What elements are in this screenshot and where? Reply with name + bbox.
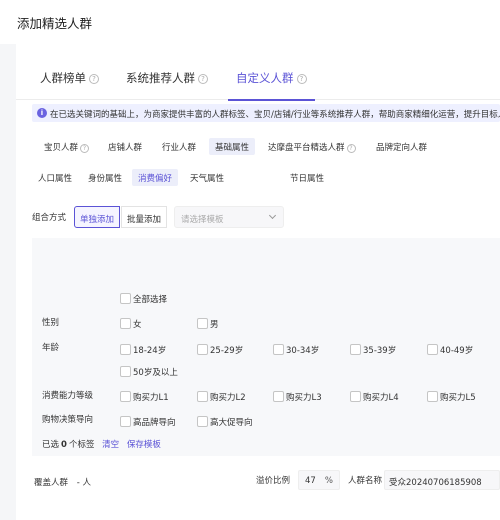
category-item-industry-crowd[interactable]: 行业人群 <box>156 138 202 155</box>
age-label: 年龄 <box>42 343 60 353</box>
subcategory-weather[interactable]: 天气属性 <box>184 169 230 186</box>
spending-label: 消费能力等级 <box>42 391 94 401</box>
help-icon[interactable]: ? <box>80 144 90 153</box>
tab-bar: 人群榜单? 系统推荐人群? 自定义人群? <box>16 58 500 101</box>
info-notice: i 在已选关键词的基础上，为商家提供丰富的人群标签、宝贝/店铺/行业等系统推荐人… <box>32 104 500 122</box>
page-header: 添加精选人群 <box>0 0 500 44</box>
batch-add-button[interactable]: 批量添加 <box>121 206 168 228</box>
tab-system-recommended[interactable]: 系统推荐人群? <box>126 70 208 100</box>
selected-summary: 已选 0 个标签 清空 保存模板 <box>42 440 161 450</box>
tab-custom-crowd[interactable]: 自定义人群? <box>228 70 314 101</box>
category-tabs: 宝贝人群? 店铺人群 行业人群 基础属性 达摩盘平台精选人群? 品牌定向人群 <box>16 138 500 158</box>
selected-count: 0 <box>61 440 67 450</box>
decision-label: 购物决策导向 <box>42 415 94 425</box>
age-option[interactable]: 40-49岁 <box>427 344 473 356</box>
spending-option[interactable]: 购买力L4 <box>350 391 399 403</box>
help-icon[interactable]: ? <box>346 144 356 153</box>
spending-option[interactable]: 购买力L1 <box>120 391 169 403</box>
category-item-item-crowd[interactable]: 宝贝人群? <box>38 138 95 155</box>
notice-text: 在已选关键词的基础上，为商家提供丰富的人群标签、宝贝/店铺/行业等系统推荐人群，… <box>50 110 500 120</box>
subcategory-identity[interactable]: 身份属性 <box>82 169 128 186</box>
template-select[interactable]: 请选择模板 <box>174 206 284 228</box>
coverage-label: 覆盖人群 <box>34 478 69 488</box>
decision-option[interactable]: 高大促导向 <box>197 416 253 428</box>
coverage: 覆盖人群 - 人 <box>34 476 91 488</box>
select-all-checkbox[interactable]: 全部选择 <box>120 293 167 305</box>
tab-crowd-ranking[interactable]: 人群榜单? <box>40 70 99 100</box>
single-add-button[interactable]: 单独添加 <box>74 206 121 228</box>
spending-option[interactable]: 购买力L5 <box>427 391 476 403</box>
decision-option[interactable]: 高品牌导向 <box>120 416 176 428</box>
age-option[interactable]: 18-24岁 <box>120 344 166 356</box>
combo-mode-group: 单独添加 批量添加 <box>74 206 168 228</box>
attribute-panel: 全部选择 性别 女 男 年龄 18-24岁 25-29岁 30-34岁 35-3… <box>32 238 500 456</box>
help-icon[interactable]: ? <box>198 74 208 84</box>
gender-option[interactable]: 女 <box>120 318 142 330</box>
main-panel: 人群榜单? 系统推荐人群? 自定义人群? i 在已选关键词的基础上，为商家提供丰… <box>16 44 500 520</box>
coverage-value: - 人 <box>76 478 91 488</box>
category-item-basic-attributes[interactable]: 基础属性 <box>209 138 256 155</box>
gender-label: 性别 <box>42 318 60 328</box>
combo-label: 组合方式 <box>32 213 67 223</box>
subcategory-tabs: 人口属性 身份属性 消费偏好 天气属性 节日属性 <box>16 169 500 189</box>
category-item-brand-targeting[interactable]: 品牌定向人群 <box>370 138 433 155</box>
percent-unit: % <box>324 476 333 486</box>
help-icon[interactable]: ? <box>296 74 307 84</box>
spending-option[interactable]: 购买力L2 <box>197 391 246 403</box>
spending-option[interactable]: 购买力L3 <box>273 391 322 403</box>
page-title: 添加精选人群 <box>17 16 93 31</box>
category-item-store-crowd[interactable]: 店铺人群 <box>102 138 148 155</box>
chevron-down-icon <box>268 211 277 220</box>
age-option[interactable]: 35-39岁 <box>350 344 396 356</box>
age-option[interactable]: 25-29岁 <box>197 344 243 356</box>
subcategory-consumption-preference[interactable]: 消费偏好 <box>132 169 179 186</box>
crowd-name-label: 人群名称 <box>348 476 383 486</box>
gender-option[interactable]: 男 <box>197 318 219 330</box>
age-option[interactable]: 30-34岁 <box>273 344 319 356</box>
subcategory-holiday[interactable]: 节日属性 <box>284 169 330 186</box>
help-icon[interactable]: ? <box>89 74 99 84</box>
save-template-link[interactable]: 保存模板 <box>127 440 161 450</box>
age-option[interactable]: 50岁及以上 <box>120 366 178 378</box>
info-icon: i <box>37 108 47 118</box>
crowd-name-input[interactable]: 受众20240706185908 <box>384 470 500 490</box>
clear-link[interactable]: 清空 <box>102 440 119 450</box>
ratio-label: 溢价比例 <box>256 476 291 486</box>
ratio-input[interactable]: 47 % <box>298 470 340 490</box>
category-item-damopan[interactable]: 达摩盘平台精选人群? <box>262 138 362 155</box>
subcategory-population[interactable]: 人口属性 <box>32 169 78 186</box>
